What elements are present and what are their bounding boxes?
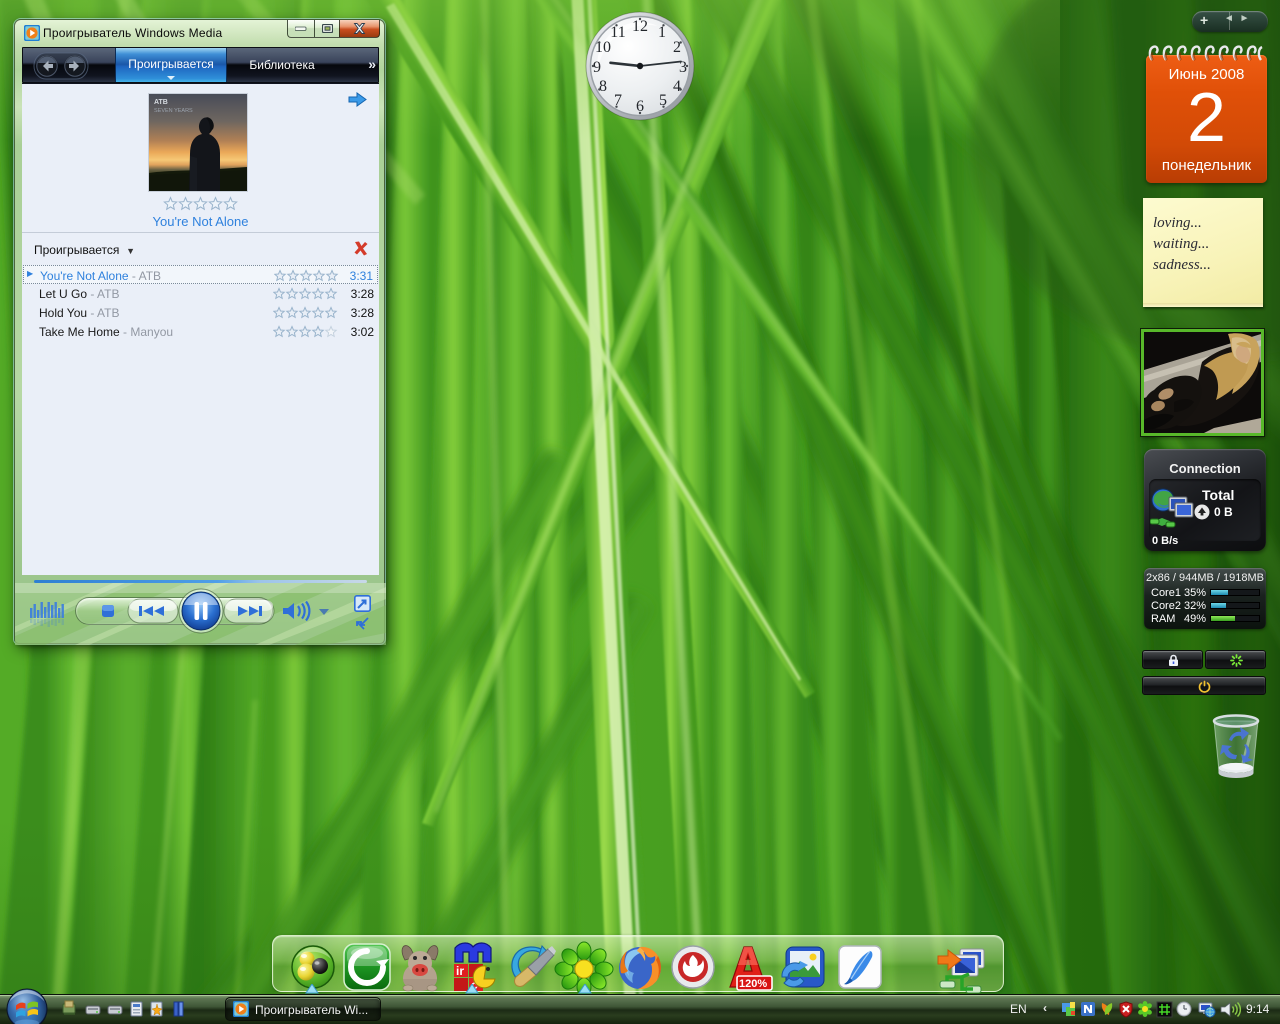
svg-text:2: 2 — [673, 39, 681, 56]
svg-text:ir: ir — [456, 964, 464, 978]
svg-text:SEVEN YEARS: SEVEN YEARS — [154, 108, 193, 114]
svg-text:1: 1 — [658, 24, 666, 41]
svg-text:ATB: ATB — [154, 99, 168, 106]
svg-text:9: 9 — [593, 59, 601, 76]
svg-text:10: 10 — [595, 39, 611, 56]
svg-text:8: 8 — [599, 78, 607, 95]
svg-text:4: 4 — [673, 78, 681, 95]
svg-text:7: 7 — [614, 92, 622, 109]
svg-text:11: 11 — [610, 24, 625, 41]
svg-text:12: 12 — [632, 18, 648, 35]
